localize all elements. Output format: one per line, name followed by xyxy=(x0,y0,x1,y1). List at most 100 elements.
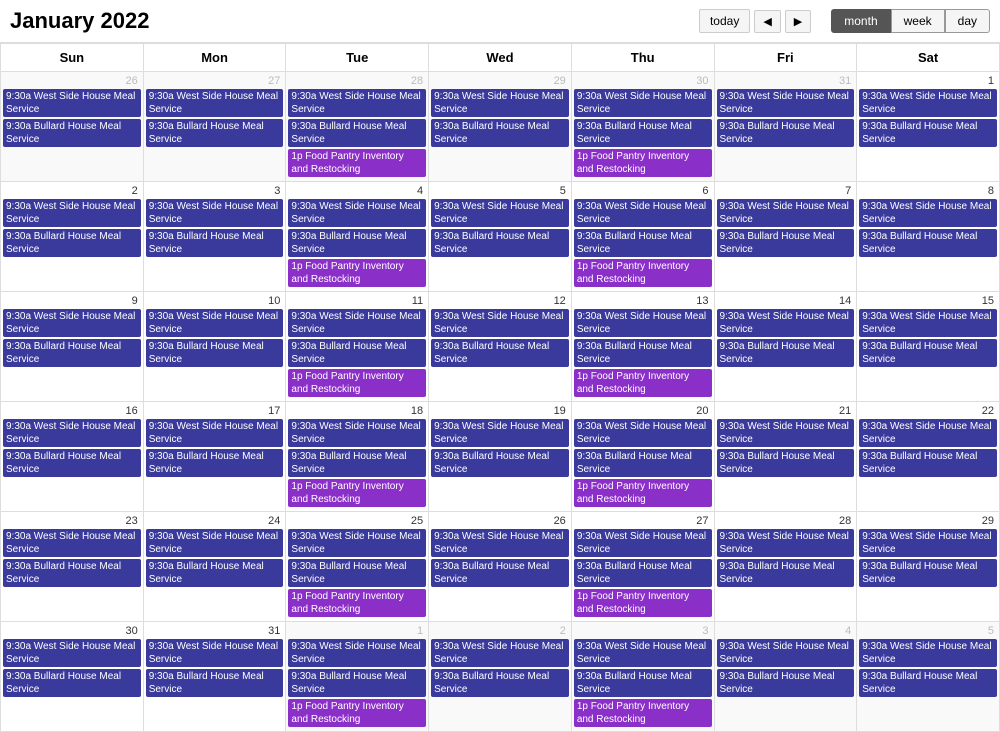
bullard-event[interactable]: 9:30a Bullard House Meal Service xyxy=(717,449,855,477)
bullard-event[interactable]: 9:30a Bullard House Meal Service xyxy=(574,229,712,257)
bullard-event[interactable]: 9:30a Bullard House Meal Service xyxy=(859,339,997,367)
west-side-event[interactable]: 9:30a West Side House Meal Service xyxy=(146,419,284,447)
bullard-event[interactable]: 9:30a Bullard House Meal Service xyxy=(288,559,426,587)
bullard-event[interactable]: 9:30a Bullard House Meal Service xyxy=(146,229,284,257)
west-side-event[interactable]: 9:30a West Side House Meal Service xyxy=(3,309,141,337)
west-side-event[interactable]: 9:30a West Side House Meal Service xyxy=(3,639,141,667)
bullard-event[interactable]: 9:30a Bullard House Meal Service xyxy=(3,669,141,697)
bullard-event[interactable]: 9:30a Bullard House Meal Service xyxy=(146,339,284,367)
food-pantry-event[interactable]: 1p Food Pantry Inventory and Restocking xyxy=(574,589,712,617)
bullard-event[interactable]: 9:30a Bullard House Meal Service xyxy=(288,339,426,367)
bullard-event[interactable]: 9:30a Bullard House Meal Service xyxy=(431,339,569,367)
west-side-event[interactable]: 9:30a West Side House Meal Service xyxy=(288,639,426,667)
food-pantry-event[interactable]: 1p Food Pantry Inventory and Restocking xyxy=(574,149,712,177)
west-side-event[interactable]: 9:30a West Side House Meal Service xyxy=(717,309,855,337)
bullard-event[interactable]: 9:30a Bullard House Meal Service xyxy=(859,449,997,477)
food-pantry-event[interactable]: 1p Food Pantry Inventory and Restocking xyxy=(574,699,712,727)
bullard-event[interactable]: 9:30a Bullard House Meal Service xyxy=(3,449,141,477)
food-pantry-event[interactable]: 1p Food Pantry Inventory and Restocking xyxy=(288,369,426,397)
west-side-event[interactable]: 9:30a West Side House Meal Service xyxy=(288,309,426,337)
west-side-event[interactable]: 9:30a West Side House Meal Service xyxy=(431,89,569,117)
west-side-event[interactable]: 9:30a West Side House Meal Service xyxy=(431,529,569,557)
west-side-event[interactable]: 9:30a West Side House Meal Service xyxy=(288,419,426,447)
bullard-event[interactable]: 9:30a Bullard House Meal Service xyxy=(3,559,141,587)
bullard-event[interactable]: 9:30a Bullard House Meal Service xyxy=(431,119,569,147)
west-side-event[interactable]: 9:30a West Side House Meal Service xyxy=(431,199,569,227)
food-pantry-event[interactable]: 1p Food Pantry Inventory and Restocking xyxy=(574,479,712,507)
west-side-event[interactable]: 9:30a West Side House Meal Service xyxy=(717,529,855,557)
bullard-event[interactable]: 9:30a Bullard House Meal Service xyxy=(146,119,284,147)
west-side-event[interactable]: 9:30a West Side House Meal Service xyxy=(859,309,997,337)
bullard-event[interactable]: 9:30a Bullard House Meal Service xyxy=(717,669,855,697)
bullard-event[interactable]: 9:30a Bullard House Meal Service xyxy=(146,449,284,477)
west-side-event[interactable]: 9:30a West Side House Meal Service xyxy=(146,639,284,667)
west-side-event[interactable]: 9:30a West Side House Meal Service xyxy=(431,639,569,667)
food-pantry-event[interactable]: 1p Food Pantry Inventory and Restocking xyxy=(288,479,426,507)
next-button[interactable]: ▶ xyxy=(785,10,811,33)
bullard-event[interactable]: 9:30a Bullard House Meal Service xyxy=(288,449,426,477)
bullard-event[interactable]: 9:30a Bullard House Meal Service xyxy=(288,229,426,257)
week-view-button[interactable]: week xyxy=(891,9,945,33)
bullard-event[interactable]: 9:30a Bullard House Meal Service xyxy=(288,669,426,697)
bullard-event[interactable]: 9:30a Bullard House Meal Service xyxy=(859,669,997,697)
bullard-event[interactable]: 9:30a Bullard House Meal Service xyxy=(859,559,997,587)
west-side-event[interactable]: 9:30a West Side House Meal Service xyxy=(859,529,997,557)
west-side-event[interactable]: 9:30a West Side House Meal Service xyxy=(717,419,855,447)
bullard-event[interactable]: 9:30a Bullard House Meal Service xyxy=(431,229,569,257)
west-side-event[interactable]: 9:30a West Side House Meal Service xyxy=(717,89,855,117)
west-side-event[interactable]: 9:30a West Side House Meal Service xyxy=(288,529,426,557)
west-side-event[interactable]: 9:30a West Side House Meal Service xyxy=(859,199,997,227)
bullard-event[interactable]: 9:30a Bullard House Meal Service xyxy=(431,559,569,587)
west-side-event[interactable]: 9:30a West Side House Meal Service xyxy=(288,199,426,227)
west-side-event[interactable]: 9:30a West Side House Meal Service xyxy=(574,529,712,557)
food-pantry-event[interactable]: 1p Food Pantry Inventory and Restocking xyxy=(574,259,712,287)
bullard-event[interactable]: 9:30a Bullard House Meal Service xyxy=(3,339,141,367)
bullard-event[interactable]: 9:30a Bullard House Meal Service xyxy=(431,449,569,477)
west-side-event[interactable]: 9:30a West Side House Meal Service xyxy=(146,199,284,227)
bullard-event[interactable]: 9:30a Bullard House Meal Service xyxy=(574,339,712,367)
west-side-event[interactable]: 9:30a West Side House Meal Service xyxy=(431,309,569,337)
west-side-event[interactable]: 9:30a West Side House Meal Service xyxy=(431,419,569,447)
food-pantry-event[interactable]: 1p Food Pantry Inventory and Restocking xyxy=(288,699,426,727)
prev-button[interactable]: ◀ xyxy=(754,10,780,33)
west-side-event[interactable]: 9:30a West Side House Meal Service xyxy=(3,199,141,227)
food-pantry-event[interactable]: 1p Food Pantry Inventory and Restocking xyxy=(574,369,712,397)
bullard-event[interactable]: 9:30a Bullard House Meal Service xyxy=(717,119,855,147)
west-side-event[interactable]: 9:30a West Side House Meal Service xyxy=(859,419,997,447)
bullard-event[interactable]: 9:30a Bullard House Meal Service xyxy=(717,559,855,587)
day-view-button[interactable]: day xyxy=(945,9,990,33)
west-side-event[interactable]: 9:30a West Side House Meal Service xyxy=(574,199,712,227)
west-side-event[interactable]: 9:30a West Side House Meal Service xyxy=(717,199,855,227)
food-pantry-event[interactable]: 1p Food Pantry Inventory and Restocking xyxy=(288,259,426,287)
west-side-event[interactable]: 9:30a West Side House Meal Service xyxy=(146,529,284,557)
bullard-event[interactable]: 9:30a Bullard House Meal Service xyxy=(431,669,569,697)
west-side-event[interactable]: 9:30a West Side House Meal Service xyxy=(288,89,426,117)
west-side-event[interactable]: 9:30a West Side House Meal Service xyxy=(146,89,284,117)
food-pantry-event[interactable]: 1p Food Pantry Inventory and Restocking xyxy=(288,589,426,617)
month-view-button[interactable]: month xyxy=(831,9,890,33)
bullard-event[interactable]: 9:30a Bullard House Meal Service xyxy=(146,559,284,587)
bullard-event[interactable]: 9:30a Bullard House Meal Service xyxy=(717,339,855,367)
bullard-event[interactable]: 9:30a Bullard House Meal Service xyxy=(3,119,141,147)
west-side-event[interactable]: 9:30a West Side House Meal Service xyxy=(717,639,855,667)
west-side-event[interactable]: 9:30a West Side House Meal Service xyxy=(146,309,284,337)
bullard-event[interactable]: 9:30a Bullard House Meal Service xyxy=(574,449,712,477)
bullard-event[interactable]: 9:30a Bullard House Meal Service xyxy=(146,669,284,697)
west-side-event[interactable]: 9:30a West Side House Meal Service xyxy=(859,639,997,667)
west-side-event[interactable]: 9:30a West Side House Meal Service xyxy=(574,309,712,337)
west-side-event[interactable]: 9:30a West Side House Meal Service xyxy=(574,639,712,667)
west-side-event[interactable]: 9:30a West Side House Meal Service xyxy=(574,89,712,117)
today-button[interactable]: today xyxy=(699,9,750,33)
bullard-event[interactable]: 9:30a Bullard House Meal Service xyxy=(574,559,712,587)
bullard-event[interactable]: 9:30a Bullard House Meal Service xyxy=(574,119,712,147)
bullard-event[interactable]: 9:30a Bullard House Meal Service xyxy=(859,229,997,257)
west-side-event[interactable]: 9:30a West Side House Meal Service xyxy=(3,529,141,557)
bullard-event[interactable]: 9:30a Bullard House Meal Service xyxy=(574,669,712,697)
west-side-event[interactable]: 9:30a West Side House Meal Service xyxy=(3,89,141,117)
food-pantry-event[interactable]: 1p Food Pantry Inventory and Restocking xyxy=(288,149,426,177)
west-side-event[interactable]: 9:30a West Side House Meal Service xyxy=(574,419,712,447)
bullard-event[interactable]: 9:30a Bullard House Meal Service xyxy=(288,119,426,147)
bullard-event[interactable]: 9:30a Bullard House Meal Service xyxy=(3,229,141,257)
bullard-event[interactable]: 9:30a Bullard House Meal Service xyxy=(859,119,997,147)
west-side-event[interactable]: 9:30a West Side House Meal Service xyxy=(859,89,997,117)
